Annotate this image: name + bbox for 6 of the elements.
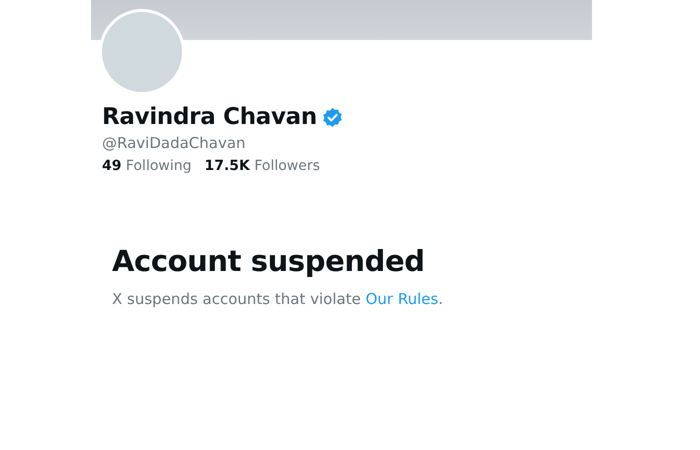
profile-handle: @RaviDadaChavan <box>102 134 247 152</box>
suspension-message: X suspends accounts that violate Our Rules. <box>112 290 444 308</box>
profile-stat[interactable]: 17.5K Followers <box>204 158 320 174</box>
profile-stat[interactable]: 49 Following <box>102 158 192 174</box>
suspended-heading: Account suspended <box>112 244 426 278</box>
profile-name: Ravindra Chavan <box>102 104 317 130</box>
